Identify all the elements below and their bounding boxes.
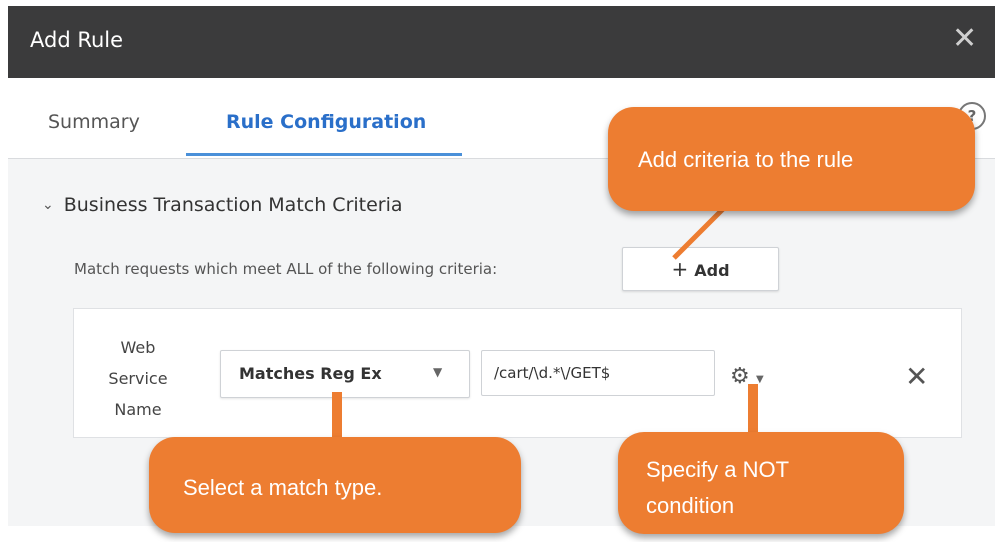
gear-icon[interactable]: ⚙	[730, 366, 750, 388]
active-tab-indicator	[186, 153, 462, 156]
tab-rule-configuration[interactable]: Rule Configuration	[226, 111, 426, 133]
callout-not-condition: Specify a NOT condition	[618, 432, 904, 534]
close-icon[interactable]: ✕	[952, 24, 977, 54]
chevron-down-icon: ⌄	[42, 197, 54, 213]
match-type-select[interactable]: Matches Reg Ex ▼	[220, 350, 470, 398]
callout-add-criteria: Add criteria to the rule	[608, 107, 975, 211]
criteria-field-label: Web Service Name	[108, 338, 168, 419]
callout-add-text: Add criteria to the rule	[638, 147, 854, 172]
dropdown-arrow-icon: ▼	[433, 365, 443, 379]
dialog-titlebar: Add Rule ✕	[8, 6, 995, 78]
callout-match-type: Select a match type.	[149, 437, 521, 533]
callout-match-text: Select a match type.	[183, 475, 383, 500]
dialog-title: Add Rule	[30, 28, 124, 52]
tab-summary[interactable]: Summary	[48, 111, 140, 133]
match-description: Match requests which meet ALL of the fol…	[74, 260, 498, 278]
criteria-value-input[interactable]: /cart/\d.*\/GET$	[481, 350, 715, 396]
section-title: Business Transaction Match Criteria	[63, 194, 403, 216]
remove-criteria-icon[interactable]: ✕	[905, 363, 928, 391]
match-type-value: Matches Reg Ex	[239, 364, 382, 383]
section-toggle[interactable]: ⌄ Business Transaction Match Criteria	[42, 194, 403, 216]
callout-not-text: Specify a NOT condition	[646, 457, 790, 518]
